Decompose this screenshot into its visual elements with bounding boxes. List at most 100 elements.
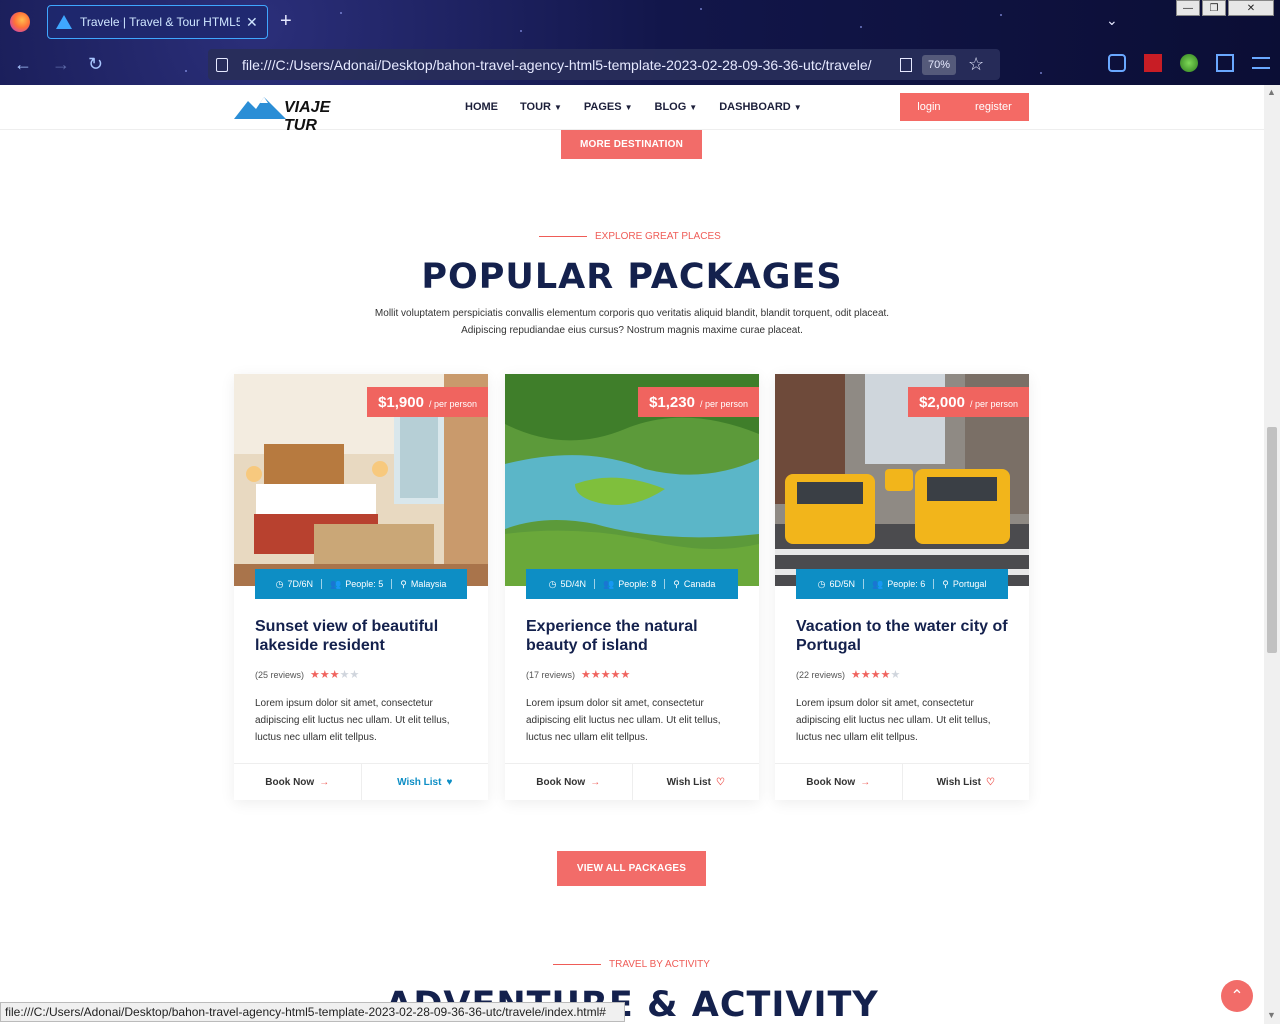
- price-badge: $2,000 / per person: [908, 387, 1029, 417]
- nav-tour[interactable]: TOUR ▼: [520, 101, 562, 113]
- price-badge: $1,230 / per person: [638, 387, 759, 417]
- chevron-up-icon: ⌃: [1230, 988, 1244, 1005]
- eyebrow-line: [539, 236, 587, 237]
- package-title[interactable]: Vacation to the water city of Portugal: [796, 617, 1011, 655]
- register-link[interactable]: register: [975, 101, 1012, 113]
- package-meta: ◷ 6D/5N 👥 People: 6 ⚲ Portugal: [796, 569, 1008, 599]
- toolbar-icons: [1108, 54, 1270, 72]
- eyebrow-text: TRAVEL BY ACTIVITY: [609, 959, 710, 970]
- scrollbar-thumb[interactable]: [1267, 427, 1277, 653]
- auth-box: login register: [900, 93, 1029, 121]
- restore-icon[interactable]: ❐: [1202, 0, 1226, 16]
- location: ⚲ Portugal: [942, 578, 987, 589]
- package-reviews: (17 reviews) ★★★★★: [526, 668, 630, 681]
- price-amount: $2,000: [919, 394, 965, 411]
- price-badge: $1,900 / per person: [367, 387, 488, 417]
- arrow-right-icon: →: [590, 776, 601, 788]
- package-description: Lorem ipsum dolor sit amet, consectetur …: [526, 698, 721, 743]
- heart-filled-icon: ♥: [446, 776, 453, 788]
- duration: ◷ 6D/5N: [817, 578, 855, 589]
- book-now-button[interactable]: Book Now →: [234, 764, 361, 800]
- next-section-eyebrow: TRAVEL BY ACTIVITY: [553, 959, 710, 970]
- wish-list-button[interactable]: Wish List ♡: [631, 764, 760, 800]
- extensions-icon[interactable]: [1216, 54, 1234, 72]
- book-now-button[interactable]: Book Now →: [775, 764, 902, 800]
- nav-blog[interactable]: BLOG ▼: [655, 101, 698, 113]
- users-icon: 👥: [872, 578, 884, 589]
- users-icon: 👥: [330, 578, 342, 589]
- reload-icon[interactable]: ↻: [88, 54, 103, 75]
- people: 👥 People: 6: [872, 578, 926, 589]
- site-logo[interactable]: VIAJE TUR: [234, 95, 354, 134]
- site-header: VIAJE TUR HOME TOUR ▼ PAGES ▼ BLOG ▼ DASHBO…: [0, 85, 1264, 134]
- minimize-icon[interactable]: —: [1176, 0, 1200, 16]
- window-close-icon[interactable]: ✕: [1228, 0, 1274, 16]
- package-card[interactable]: $1,900 / per person ◷ 7D/6N 👥 People: 5 ⚲ M…: [234, 374, 488, 800]
- list-tabs-icon[interactable]: ⌄: [1106, 12, 1118, 29]
- package-title[interactable]: Experience the natural beauty of island: [526, 617, 741, 655]
- caret-down-icon: ▼: [793, 103, 802, 112]
- location: ⚲ Malaysia: [400, 578, 447, 589]
- caret-down-icon: ▼: [689, 103, 698, 112]
- view-all-packages-button[interactable]: VIEW ALL PACKAGES: [557, 851, 706, 886]
- bookmark-star-icon[interactable]: ☆: [968, 54, 984, 75]
- package-meta: ◷ 7D/6N 👥 People: 5 ⚲ Malaysia: [255, 569, 467, 599]
- pocket-icon[interactable]: [1108, 54, 1126, 72]
- clock-icon: ◷: [548, 578, 557, 589]
- package-description: Lorem ipsum dolor sit amet, consectetur …: [255, 698, 450, 743]
- duration: ◷ 5D/4N: [548, 578, 586, 589]
- price-unit: / per person: [969, 399, 1018, 409]
- review-count: (22 reviews): [796, 669, 846, 680]
- forward-icon[interactable]: →: [52, 54, 70, 75]
- close-tab-icon[interactable]: ✕: [246, 14, 258, 31]
- price-amount: $1,900: [378, 394, 424, 411]
- clock-icon: ◷: [817, 578, 826, 589]
- book-now-button[interactable]: Book Now →: [505, 764, 632, 800]
- nav-home[interactable]: HOME: [465, 101, 498, 113]
- new-tab-icon[interactable]: +: [280, 10, 292, 33]
- nav-pages[interactable]: PAGES ▼: [584, 101, 633, 113]
- caret-down-icon: ▼: [553, 103, 562, 112]
- heart-outline-icon: ♡: [985, 776, 995, 788]
- extension-globe-icon[interactable]: [1180, 54, 1198, 72]
- firefox-icon[interactable]: [10, 12, 30, 32]
- caret-down-icon: ▼: [624, 103, 633, 112]
- people: 👥 People: 8: [603, 578, 657, 589]
- package-description: Lorem ipsum dolor sit amet, consectetur …: [796, 698, 991, 743]
- menu-icon[interactable]: [1252, 57, 1270, 69]
- login-link[interactable]: login: [917, 101, 940, 113]
- window-controls: — ❐ ✕: [1176, 0, 1274, 16]
- back-icon[interactable]: ←: [14, 54, 32, 75]
- package-actions: Book Now → Wish List ♥: [234, 763, 488, 800]
- scroll-up-icon[interactable]: ▲: [1267, 87, 1276, 97]
- url-text[interactable]: file:///C:/Users/Adonai/Desktop/bahon-tr…: [242, 57, 892, 73]
- scroll-down-icon[interactable]: ▼: [1267, 1010, 1276, 1020]
- clock-icon: ◷: [275, 578, 284, 589]
- extension-red-icon[interactable]: [1144, 54, 1162, 72]
- location: ⚲ Canada: [673, 578, 716, 589]
- package-title[interactable]: Sunset view of beautiful lakeside reside…: [255, 617, 470, 655]
- wish-list-button[interactable]: Wish List ♥: [360, 764, 489, 800]
- map-pin-icon: ⚲: [400, 578, 407, 589]
- scroll-to-top-button[interactable]: ⌃: [1221, 980, 1253, 1012]
- main-nav: HOME TOUR ▼ PAGES ▼ BLOG ▼ DASHBOARD ▼: [465, 101, 802, 113]
- address-bar[interactable]: file:///C:/Users/Adonai/Desktop/bahon-tr…: [208, 49, 1000, 80]
- eyebrow-text: EXPLORE GREAT PLACES: [595, 231, 721, 242]
- page-scrollbar[interactable]: ▲ ▼: [1264, 85, 1280, 1024]
- reader-view-icon[interactable]: [900, 57, 912, 72]
- nav-dashboard[interactable]: DASHBOARD ▼: [719, 101, 801, 113]
- people: 👥 People: 5: [330, 578, 384, 589]
- package-meta: ◷ 5D/4N 👥 People: 8 ⚲ Canada: [526, 569, 738, 599]
- more-destination-button[interactable]: MORE DESTINATION: [561, 129, 702, 159]
- browser-tab[interactable]: Travele | Travel & Tour HTML5 ✕: [47, 5, 268, 39]
- page-viewport: VIAJE TUR HOME TOUR ▼ PAGES ▼ BLOG ▼ DASHBO…: [0, 85, 1264, 1024]
- package-actions: Book Now → Wish List ♡: [775, 763, 1029, 800]
- arrow-right-icon: →: [860, 776, 871, 788]
- heart-outline-icon: ♡: [715, 776, 725, 788]
- price-unit: / per person: [428, 399, 477, 409]
- zoom-level[interactable]: 70%: [922, 54, 957, 75]
- package-card[interactable]: $2,000 / per person ◷ 6D/5N 👥 People: 6 ⚲ P…: [775, 374, 1029, 800]
- wish-list-button[interactable]: Wish List ♡: [901, 764, 1030, 800]
- package-card[interactable]: $1,230 / per person ◷ 5D/4N 👥 People: 8 ⚲ C…: [505, 374, 759, 800]
- section-eyebrow: EXPLORE GREAT PLACES: [539, 231, 721, 242]
